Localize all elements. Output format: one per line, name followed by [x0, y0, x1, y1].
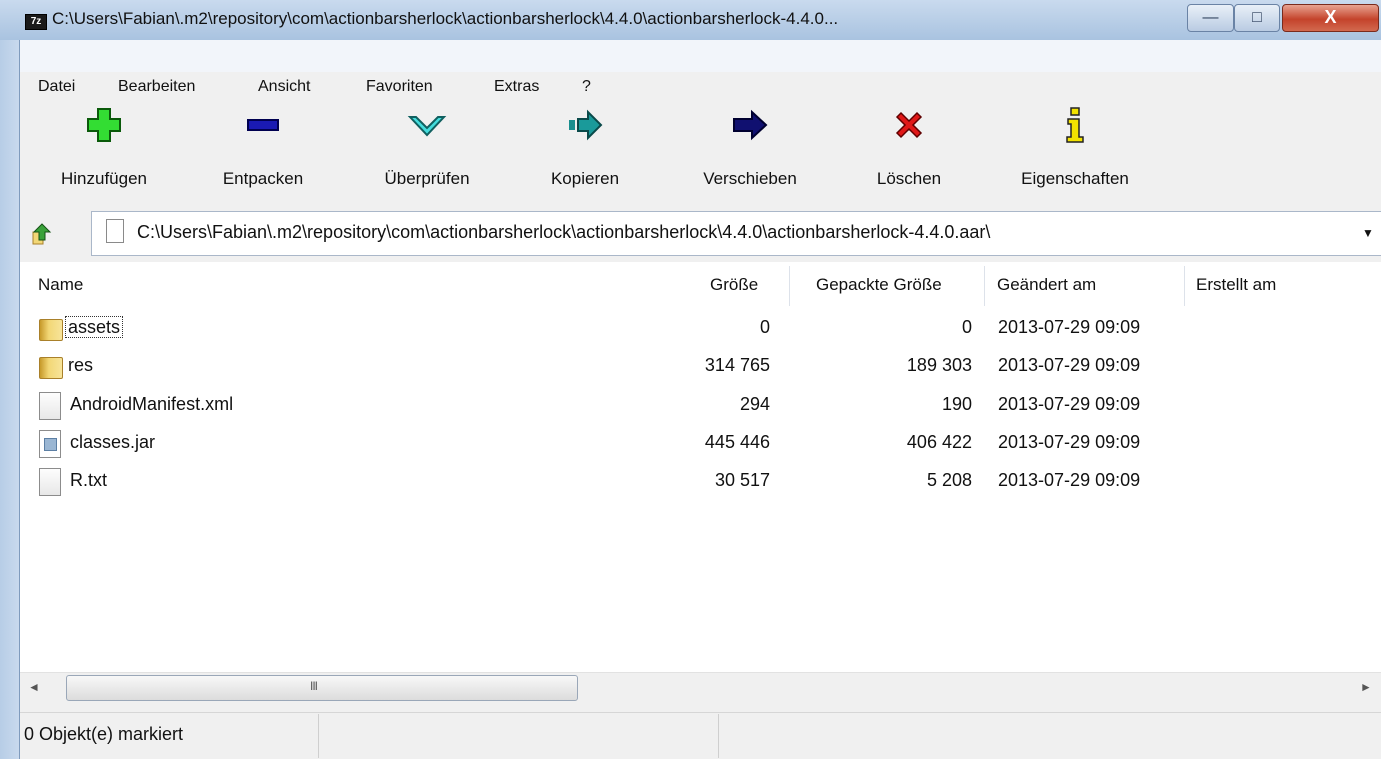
test-check-icon — [356, 105, 498, 145]
extract-label: Entpacken — [222, 169, 304, 188]
minimize-button[interactable]: — — [1187, 4, 1234, 32]
copy-label: Kopieren — [550, 169, 620, 188]
address-dropdown-icon[interactable]: ▼ — [1362, 226, 1374, 240]
extract-minus-icon — [200, 105, 326, 145]
properties-button[interactable]: Eigenschaften — [994, 105, 1156, 189]
menu-ansicht[interactable]: Ansicht — [258, 78, 310, 96]
file-packed-size: 5 208 — [926, 470, 972, 490]
text-file-icon — [39, 468, 61, 496]
file-size: 30 517 — [714, 470, 770, 490]
text-file-icon — [39, 392, 61, 420]
test-button[interactable]: Überprüfen — [356, 105, 498, 189]
add-button[interactable]: Hinzufügen — [38, 105, 170, 189]
file-size: 314 765 — [704, 355, 770, 375]
file-size: 0 — [759, 317, 770, 337]
file-row-assets[interactable]: assets 0 0 2013-07-29 09:09 — [20, 310, 1381, 348]
close-icon: X — [1324, 7, 1337, 27]
copy-button[interactable]: Kopieren — [528, 105, 642, 189]
file-name: assets — [64, 316, 124, 338]
column-size[interactable]: Größe — [710, 275, 758, 295]
column-divider — [1184, 266, 1185, 306]
window-frame-left — [0, 40, 20, 759]
scroll-left-icon[interactable]: ◄ — [28, 680, 40, 694]
delete-label: Löschen — [876, 169, 942, 188]
properties-label: Eigenschaften — [1021, 169, 1129, 188]
status-text: 0 Objekt(e) markiert — [24, 724, 184, 744]
menu-bearbeiten[interactable]: Bearbeiten — [118, 78, 195, 96]
title-bar[interactable]: 7z C:\Users\Fabian\.m2\repository\com\ac… — [0, 0, 1381, 40]
file-packed-size: 189 303 — [906, 355, 972, 375]
7zip-app-icon[interactable]: 7z — [25, 14, 47, 30]
file-row-classes-jar[interactable]: classes.jar 445 446 406 422 2013-07-29 0… — [20, 425, 1381, 463]
menu-bar — [20, 40, 1381, 72]
folder-icon — [39, 319, 63, 341]
file-row-androidmanifest[interactable]: AndroidManifest.xml 294 190 2013-07-29 0… — [20, 387, 1381, 425]
file-packed-size: 190 — [941, 394, 972, 414]
folder-up-icon[interactable] — [30, 222, 54, 246]
status-bar — [20, 712, 1381, 759]
file-packed-size: 0 — [961, 317, 972, 337]
column-divider — [984, 266, 985, 306]
test-label: Überprüfen — [384, 169, 470, 188]
status-divider — [318, 714, 319, 758]
file-modified: 2013-07-29 09:09 — [998, 394, 1141, 414]
scrollbar-grip-icon: III — [310, 679, 318, 693]
scrollbar-thumb[interactable] — [66, 675, 578, 701]
window-title: C:\Users\Fabian\.m2\repository\com\actio… — [52, 9, 839, 28]
copy-arrow-icon — [528, 105, 642, 145]
file-name: R.txt — [70, 470, 108, 490]
move-arrow-icon — [676, 105, 824, 145]
list-header — [20, 266, 1381, 306]
info-icon — [994, 105, 1156, 145]
column-packed-size[interactable]: Gepackte Größe — [816, 275, 942, 295]
file-name: AndroidManifest.xml — [70, 394, 234, 414]
column-created[interactable]: Erstellt am — [1196, 275, 1276, 295]
menu-favoriten[interactable]: Favoriten — [366, 78, 433, 96]
jar-file-icon — [39, 430, 61, 458]
file-modified: 2013-07-29 09:09 — [998, 432, 1141, 452]
file-row-r-txt[interactable]: R.txt 30 517 5 208 2013-07-29 09:09 — [20, 463, 1381, 501]
maximize-button[interactable]: □ — [1234, 4, 1280, 32]
file-row-res[interactable]: res 314 765 189 303 2013-07-29 09:09 — [20, 348, 1381, 386]
file-modified: 2013-07-29 09:09 — [998, 355, 1141, 375]
add-plus-icon — [38, 105, 170, 145]
menu-extras[interactable]: Extras — [494, 78, 539, 96]
file-modified: 2013-07-29 09:09 — [998, 470, 1141, 490]
column-divider — [789, 266, 790, 306]
file-name: classes.jar — [70, 432, 156, 452]
minimize-icon: — — [1202, 9, 1219, 26]
address-path[interactable]: C:\Users\Fabian\.m2\repository\com\actio… — [137, 222, 990, 243]
archive-window: 7z C:\Users\Fabian\.m2\repository\com\ac… — [0, 0, 1381, 759]
move-button[interactable]: Verschieben — [676, 105, 824, 189]
delete-x-icon — [856, 105, 962, 145]
menu-help[interactable]: ? — [582, 78, 591, 96]
folder-icon — [39, 357, 63, 379]
delete-button[interactable]: Löschen — [856, 105, 962, 189]
add-label: Hinzufügen — [60, 169, 147, 188]
file-name: res — [68, 355, 94, 375]
status-divider — [718, 714, 719, 758]
close-button[interactable]: X — [1282, 4, 1379, 32]
menu-datei[interactable]: Datei — [38, 78, 75, 96]
file-size: 294 — [739, 394, 770, 414]
document-icon — [106, 219, 124, 243]
file-size: 445 446 — [704, 432, 770, 452]
file-modified: 2013-07-29 09:09 — [998, 317, 1141, 337]
file-packed-size: 406 422 — [906, 432, 972, 452]
move-label: Verschieben — [703, 169, 797, 188]
extract-button[interactable]: Entpacken — [200, 105, 326, 189]
maximize-icon: □ — [1252, 9, 1262, 26]
scroll-right-icon[interactable]: ► — [1360, 680, 1372, 694]
column-name[interactable]: Name — [38, 275, 83, 295]
column-modified[interactable]: Geändert am — [997, 275, 1096, 295]
